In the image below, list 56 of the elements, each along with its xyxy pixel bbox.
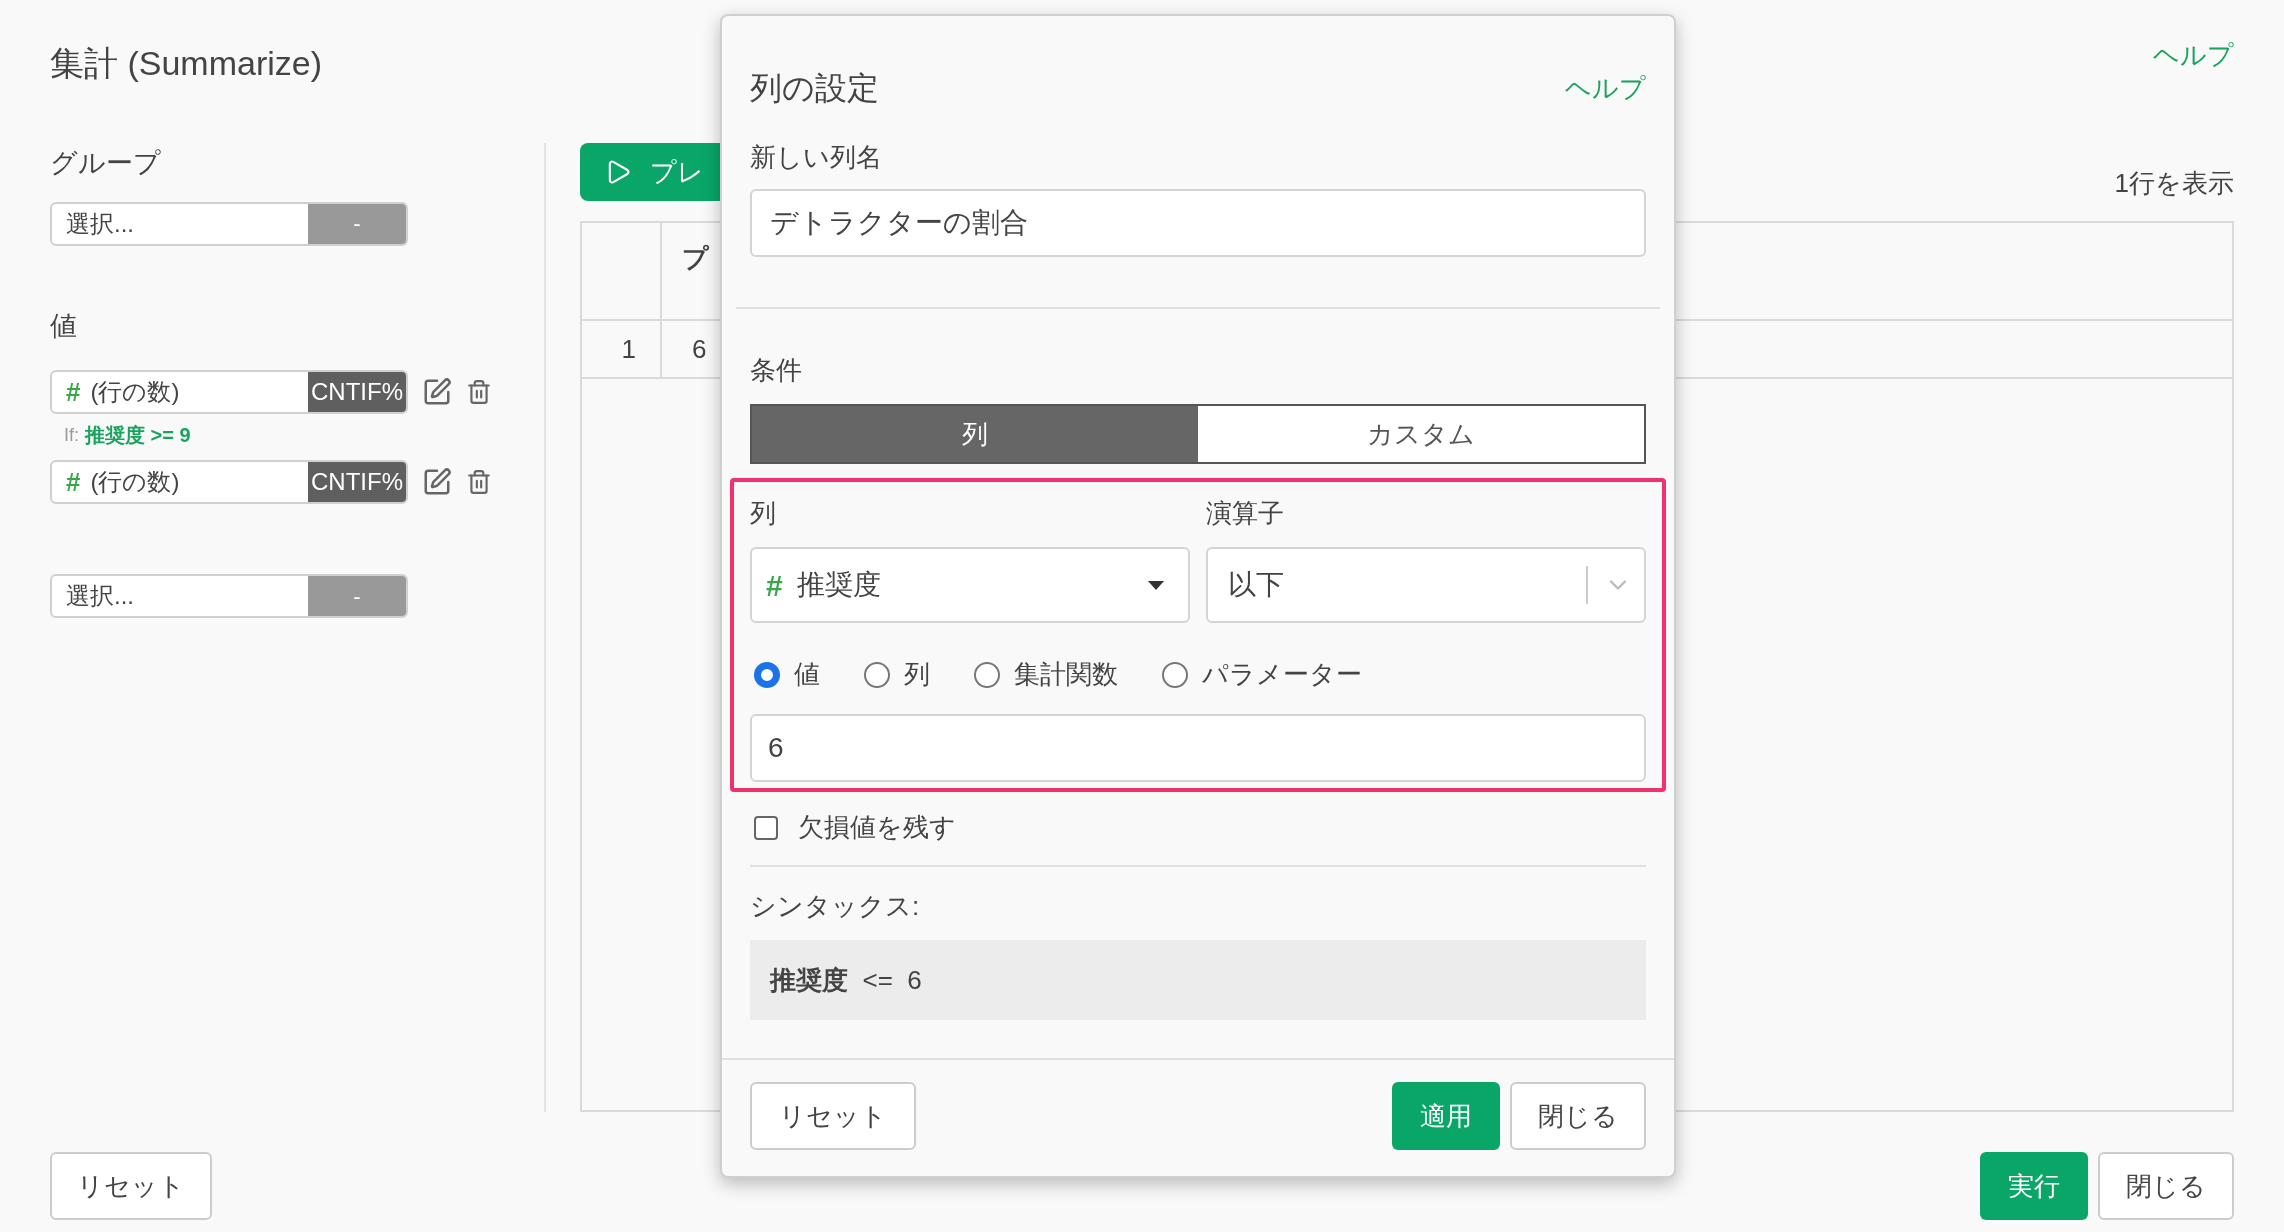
delete-icon[interactable]: [466, 378, 492, 406]
checkbox[interactable]: [754, 815, 778, 840]
value-name: (行の数): [90, 377, 180, 407]
caret-icon: [1148, 580, 1164, 590]
radio-label: 列: [904, 658, 930, 691]
dialog-title: 列の設定: [750, 69, 879, 108]
value-name: (行の数): [90, 467, 180, 497]
function-label: CNTIF%: [308, 372, 406, 412]
row-number: 1: [582, 321, 662, 377]
close-button[interactable]: 閉じる: [1510, 1082, 1646, 1150]
syntax-label: シンタックス:: [750, 890, 921, 923]
column-name-field[interactable]: デトラクターの割合: [750, 189, 1646, 257]
value-field[interactable]: 6: [750, 714, 1646, 782]
value-field[interactable]: # (行の数) CNTIF%: [50, 370, 408, 414]
number-type-mark: #: [66, 375, 81, 409]
checkbox-label: 欠損値を残す: [798, 811, 956, 844]
column-header: プ: [681, 242, 709, 275]
row-count: 1行を表示: [2114, 167, 2234, 200]
radio-label: 値: [794, 658, 820, 691]
select-value: 推奨度: [796, 568, 882, 602]
radio-button[interactable]: [864, 661, 890, 688]
close-button[interactable]: 閉じる: [2098, 1152, 2234, 1220]
operator-select[interactable]: 以下: [1206, 547, 1646, 623]
syntax-text: 推奨度 <= 6: [770, 963, 922, 997]
condition-tab[interactable]: カスタム: [1198, 406, 1644, 462]
radio-label: 集計関数: [1014, 658, 1118, 691]
condition-text: 推奨度 >= 9: [85, 423, 191, 448]
edit-icon[interactable]: [422, 377, 452, 407]
reset-button[interactable]: リセット: [750, 1082, 916, 1150]
function-label: CNTIF%: [308, 462, 406, 502]
number-type-mark: #: [766, 567, 783, 604]
radio-button[interactable]: [754, 661, 780, 688]
page-title: 集計 (Summarize): [50, 43, 323, 84]
table-cell-text: 6: [691, 332, 707, 366]
select-field[interactable]: 選択... -: [50, 574, 408, 618]
condition-prefix: If:: [64, 423, 79, 447]
select-placeholder: 選択...: [65, 208, 135, 239]
radio-button[interactable]: [974, 661, 1000, 688]
field-label: 列: [750, 497, 777, 530]
radio-button[interactable]: [1162, 661, 1188, 688]
select-field[interactable]: 選択... -: [50, 201, 408, 246]
section-label: 条件: [750, 354, 803, 387]
field-label: 新しい列名: [750, 141, 883, 174]
select-value: 以下: [1228, 568, 1285, 602]
group-label: グループ: [50, 147, 162, 180]
radio-label: パラメーター: [1202, 658, 1362, 691]
delete-icon[interactable]: [466, 468, 492, 496]
values-label: 値: [50, 309, 78, 343]
number-type-mark: #: [66, 465, 81, 499]
field-label: 演算子: [1206, 497, 1285, 530]
reset-button[interactable]: リセット: [50, 1152, 212, 1220]
column-select[interactable]: # 推奨度: [750, 547, 1190, 623]
value-field[interactable]: # (行の数) CNTIF%: [50, 460, 408, 504]
condition-tab[interactable]: 列: [752, 406, 1198, 462]
select-placeholder: 選択...: [65, 581, 135, 611]
edit-icon[interactable]: [422, 467, 452, 497]
